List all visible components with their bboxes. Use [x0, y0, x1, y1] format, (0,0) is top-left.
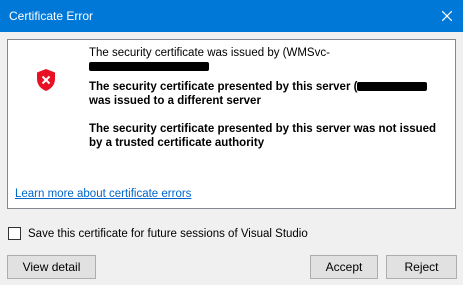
mismatch-message-text-2: was issued to a different server — [89, 95, 261, 107]
save-certificate-label[interactable]: Save this certificate for future session… — [28, 228, 308, 240]
redacted-text — [357, 82, 428, 92]
issuer-message-text: The security certificate was issued by (… — [89, 47, 330, 59]
mismatch-message-text: The security certificate presented by th… — [89, 81, 358, 93]
save-certificate-checkbox[interactable] — [8, 227, 21, 240]
redacted-text — [89, 62, 209, 72]
message-panel: The security certificate was issued by (… — [7, 39, 456, 209]
reject-button[interactable]: Reject — [386, 255, 457, 279]
learn-more-link[interactable]: Learn more about certificate errors — [15, 188, 191, 200]
window-title: Certificate Error — [9, 9, 94, 23]
shield-error-icon — [36, 68, 56, 92]
view-detail-button[interactable]: View detail — [7, 255, 96, 279]
issuer-message: The security certificate was issued by (… — [89, 46, 449, 74]
untrusted-message: The security certificate presented by th… — [89, 123, 437, 149]
mismatch-message: The security certificate presented by th… — [89, 80, 449, 108]
accept-button[interactable]: Accept — [310, 255, 378, 279]
save-certificate-option[interactable]: Save this certificate for future session… — [8, 227, 308, 240]
title-bar: Certificate Error — [0, 0, 463, 32]
close-button[interactable] — [431, 0, 463, 32]
close-icon — [442, 11, 452, 21]
